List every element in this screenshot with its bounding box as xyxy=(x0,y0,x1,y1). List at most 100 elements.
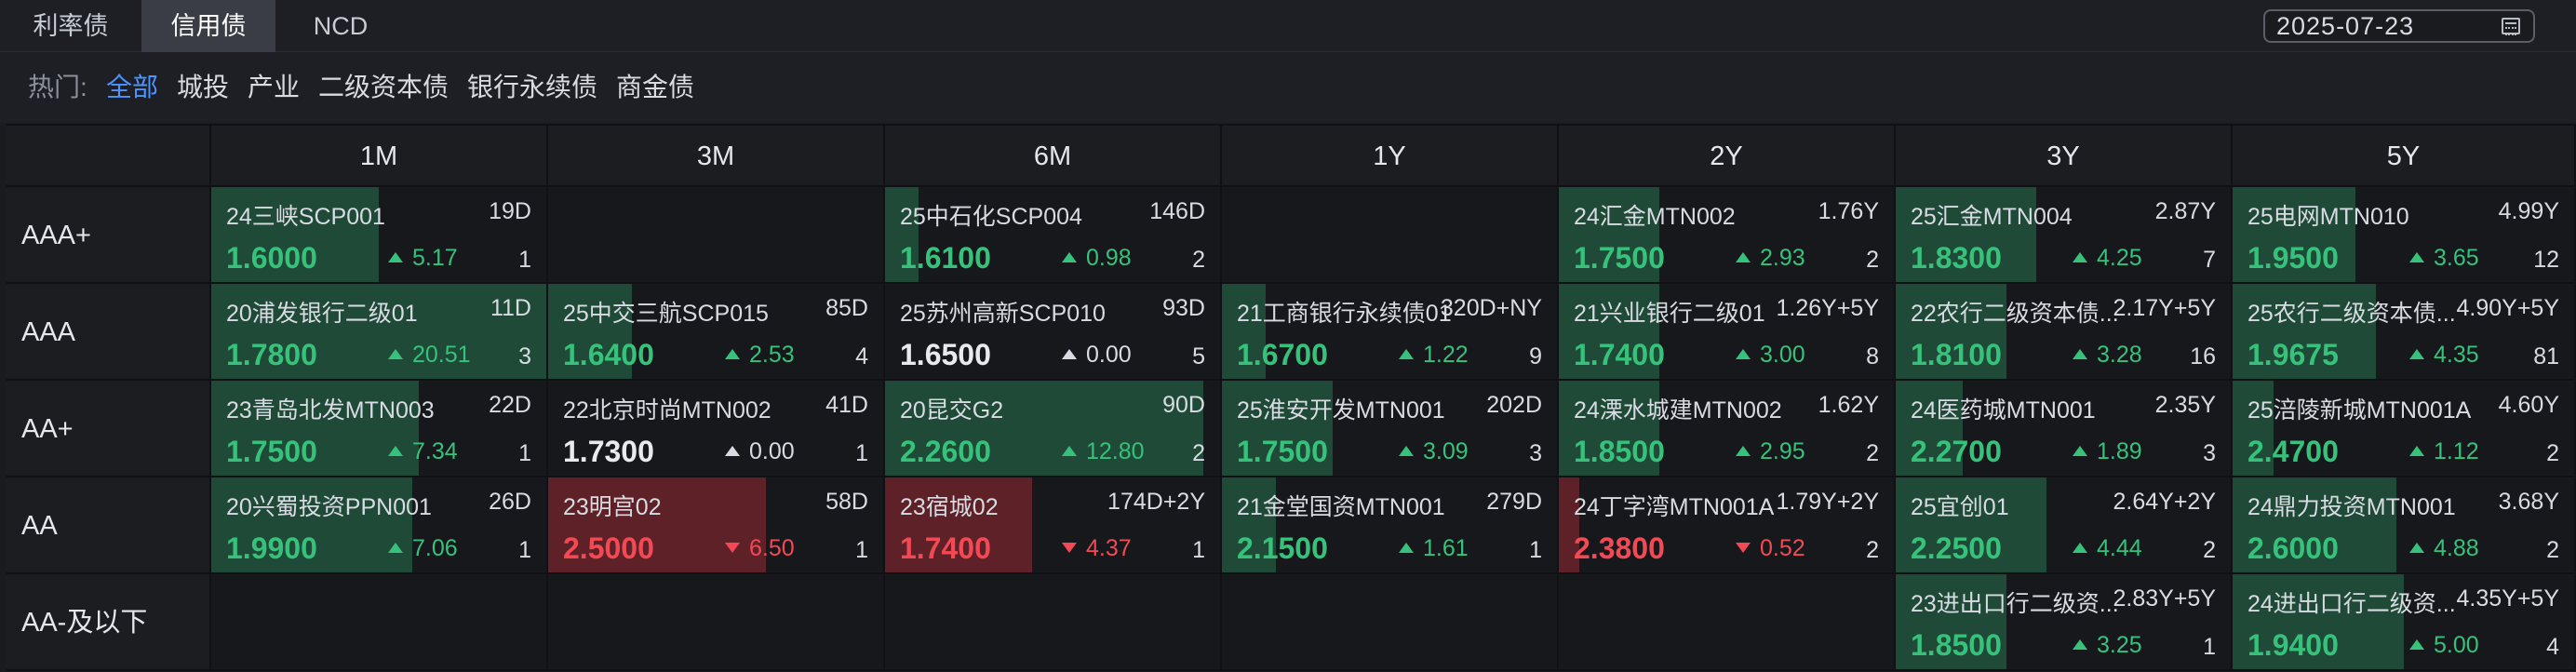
row-label-rating: AAA xyxy=(7,284,211,381)
yield-cell[interactable]: 24医药城MTN001 2.35Y 2.2700 1.89 3 xyxy=(1896,381,2233,477)
calendar-icon[interactable] xyxy=(2502,18,2520,35)
yield-cell[interactable]: 23青岛北发MTN003 22D 1.7500 7.34 1 xyxy=(211,381,548,477)
yield-cell[interactable]: 20浦发银行二级01 11D 1.7800 20.51 3 xyxy=(211,284,548,381)
yield-cell[interactable]: 24汇金MTN002 1.76Y 1.7500 2.93 2 xyxy=(1559,187,1896,284)
filter-industry[interactable]: 产业 xyxy=(248,69,300,106)
yield-change-value: 4.88 xyxy=(2434,535,2479,561)
yield-change: 4.88 xyxy=(2409,535,2479,562)
trade-count: 4 xyxy=(2546,634,2559,660)
triangle-down-icon xyxy=(725,543,740,553)
trade-count: 1 xyxy=(2203,634,2216,660)
bond-name: 24进出口行二级资... xyxy=(2247,591,2456,617)
yield-cell[interactable]: 25中交三航SCP015 85D 1.6400 2.53 4 xyxy=(548,284,885,381)
yield-change-value: 4.44 xyxy=(2097,535,2142,561)
remaining-term: 4.60Y xyxy=(2498,392,2559,418)
filter-all[interactable]: 全部 xyxy=(106,69,158,106)
yield-cell[interactable]: 25农行二级资本债... 4.90Y+5Y 1.9675 4.35 81 xyxy=(2233,284,2576,381)
trade-count: 2 xyxy=(1192,440,1205,466)
tab-rate-bond[interactable]: 利率债 xyxy=(0,0,141,52)
yield-cell[interactable]: 24进出口行二级资... 4.35Y+5Y 1.9400 5.00 4 xyxy=(2233,574,2576,671)
bond-name: 23进出口行二级资... xyxy=(1911,591,2119,617)
bond-name: 22北京时尚MTN002 xyxy=(563,397,771,423)
bond-name: 21金堂国资MTN001 xyxy=(1237,494,1445,520)
triangle-up-icon xyxy=(388,252,403,262)
yield-change-value: 1.61 xyxy=(1423,535,1469,561)
filter-label: 热门: xyxy=(28,73,87,101)
yield-cell[interactable]: 21金堂国资MTN001 279D 2.1500 1.61 1 xyxy=(1222,477,1559,574)
triangle-up-icon xyxy=(1736,446,1751,456)
yield-rate: 1.8500 xyxy=(1574,435,1665,468)
yield-rate: 1.8500 xyxy=(1911,628,2002,662)
bond-name: 20昆交G2 xyxy=(900,397,1004,423)
yield-change-value: 2.95 xyxy=(1760,438,1805,464)
yield-cell[interactable]: 21兴业银行二级01 1.26Y+5Y 1.7400 3.00 8 xyxy=(1559,284,1896,381)
yield-change: 6.50 xyxy=(725,535,795,562)
yield-rate: 2.5000 xyxy=(563,531,654,565)
yield-change: 0.00 xyxy=(1062,342,1132,369)
yield-change-value: 4.25 xyxy=(2097,245,2142,271)
yield-cell[interactable]: 24鼎力投资MTN001 3.68Y 2.6000 4.88 2 xyxy=(2233,477,2576,574)
yield-cell[interactable]: 23明宫02 58D 2.5000 6.50 1 xyxy=(548,477,885,574)
bond-name: 24丁字湾MTN001A xyxy=(1574,494,1775,520)
yield-cell[interactable]: 25中石化SCP004 146D 1.6100 0.98 2 xyxy=(885,187,1222,284)
trade-count: 1 xyxy=(855,537,868,563)
yield-cell[interactable]: 20兴蜀投资PPN001 26D 1.9900 7.06 1 xyxy=(211,477,548,574)
yield-rate: 1.9400 xyxy=(2247,628,2339,662)
trade-count: 2 xyxy=(1866,537,1879,563)
yield-cell[interactable]: 25涪陵新城MTN001A 4.60Y 2.4700 1.12 2 xyxy=(2233,381,2576,477)
triangle-up-icon xyxy=(2409,446,2424,456)
triangle-up-icon xyxy=(2073,543,2087,553)
filter-commercial-financial[interactable]: 商金债 xyxy=(616,69,694,106)
yield-rate: 1.6700 xyxy=(1237,338,1328,371)
triangle-up-icon xyxy=(388,446,403,456)
yield-cell[interactable]: 22北京时尚MTN002 41D 1.7300 0.00 1 xyxy=(548,381,885,477)
triangle-up-icon xyxy=(388,543,403,553)
bond-name: 24汇金MTN002 xyxy=(1574,204,1736,230)
yield-change-value: 3.25 xyxy=(2097,632,2142,658)
yield-cell[interactable]: 25汇金MTN004 2.87Y 1.8300 4.25 7 xyxy=(1896,187,2233,284)
yield-change-value: 7.06 xyxy=(412,535,458,561)
remaining-term: 279D xyxy=(1486,489,1542,515)
remaining-term: 4.90Y+5Y xyxy=(2456,295,2559,321)
filter-tier2-capital[interactable]: 二级资本债 xyxy=(318,69,449,106)
yield-change: 5.00 xyxy=(2409,632,2479,659)
triangle-up-icon xyxy=(2073,349,2087,359)
yield-cell[interactable]: 24丁字湾MTN001A 1.79Y+2Y 2.3800 0.52 2 xyxy=(1559,477,1896,574)
column-header-2y: 2Y xyxy=(1559,126,1896,187)
yield-change: 1.22 xyxy=(1399,342,1469,369)
trade-count: 1 xyxy=(518,537,531,563)
yield-change: 7.06 xyxy=(388,535,458,562)
yield-cell[interactable]: 22农行二级资本债... 2.17Y+5Y 1.8100 3.28 16 xyxy=(1896,284,2233,381)
trade-count: 1 xyxy=(518,440,531,466)
tab-credit-bond[interactable]: 信用债 xyxy=(141,0,275,52)
trade-count: 1 xyxy=(855,440,868,466)
triangle-up-icon xyxy=(1399,543,1414,553)
yield-cell[interactable]: 20昆交G2 90D 2.2600 12.80 2 xyxy=(885,381,1222,477)
tab-ncd[interactable]: NCD xyxy=(275,0,406,52)
trade-count: 8 xyxy=(1866,343,1879,370)
trade-count: 12 xyxy=(2533,247,2559,273)
yield-rate: 2.2600 xyxy=(900,435,991,468)
trade-count: 4 xyxy=(855,343,868,370)
yield-change: 0.52 xyxy=(1736,535,1805,562)
yield-cell[interactable]: 24溧水城建MTN002 1.62Y 1.8500 2.95 2 xyxy=(1559,381,1896,477)
remaining-term: 2.87Y xyxy=(2154,198,2216,224)
date-picker[interactable]: 2025-07-23 xyxy=(2263,9,2535,43)
yield-change: 12.80 xyxy=(1062,438,1145,465)
yield-cell[interactable]: 25苏州高新SCP010 93D 1.6500 0.00 5 xyxy=(885,284,1222,381)
yield-change-value: 5.17 xyxy=(412,245,458,271)
yield-cell[interactable]: 24三峡SCP001 19D 1.6000 5.17 1 xyxy=(211,187,548,284)
yield-cell[interactable]: 25宜创01 2.64Y+2Y 2.2500 4.44 2 xyxy=(1896,477,2233,574)
filter-bank-perpetual[interactable]: 银行永续债 xyxy=(467,69,597,106)
yield-cell[interactable]: 23宿城02 174D+2Y 1.7400 4.37 1 xyxy=(885,477,1222,574)
yield-rate: 1.7500 xyxy=(226,435,317,468)
yield-cell[interactable]: 23进出口行二级资... 2.83Y+5Y 1.8500 3.25 1 xyxy=(1896,574,2233,671)
yield-change-value: 0.98 xyxy=(1086,245,1132,271)
empty-cell xyxy=(885,574,1222,671)
filter-chengtou[interactable]: 城投 xyxy=(177,69,229,106)
column-header-3m: 3M xyxy=(548,126,885,187)
yield-cell[interactable]: 25电网MTN010 4.99Y 1.9500 3.65 12 xyxy=(2233,187,2576,284)
yield-cell[interactable]: 21工商银行永续债01 320D+NY 1.6700 1.22 9 xyxy=(1222,284,1559,381)
yield-cell[interactable]: 25淮安开发MTN001 202D 1.7500 3.09 3 xyxy=(1222,381,1559,477)
remaining-term: 11D xyxy=(490,295,531,321)
